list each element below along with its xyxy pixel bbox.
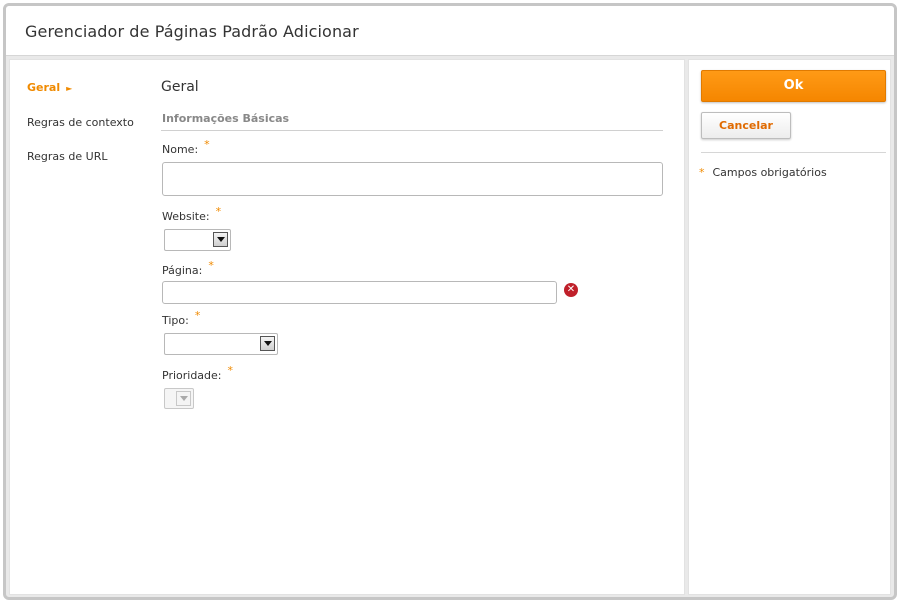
- chevron-down-icon[interactable]: [260, 336, 275, 351]
- ok-button[interactable]: Ok: [701, 70, 886, 102]
- dialog-window: Gerenciador de Páginas Padrão Adicionar …: [3, 3, 897, 600]
- website-label: Website: *: [162, 205, 222, 223]
- required-star-icon: *: [699, 166, 705, 179]
- nome-label: Nome: *: [162, 138, 210, 156]
- pagina-input[interactable]: [162, 281, 557, 304]
- prioridade-select: [164, 388, 194, 409]
- nav-item-geral[interactable]: Geral ►: [27, 81, 72, 94]
- required-star-icon: *: [204, 138, 210, 151]
- nav-item-label: Geral: [27, 81, 61, 94]
- required-star-icon: *: [194, 309, 201, 322]
- dialog-title: Gerenciador de Páginas Padrão Adicionar: [25, 22, 359, 41]
- nav-item-regras-de-contexto[interactable]: Regras de contexto: [27, 116, 134, 129]
- required-star-icon: *: [227, 364, 234, 377]
- required-fields-text: Campos obrigatórios: [712, 166, 827, 179]
- required-star-icon: *: [208, 259, 214, 272]
- dialog-titlebar: Gerenciador de Páginas Padrão Adicionar: [6, 6, 894, 56]
- group-title: Informações Básicas: [162, 112, 290, 125]
- actions-panel: Ok Cancelar * Campos obrigatórios: [688, 59, 891, 595]
- nav-item-label: Regras de contexto: [27, 116, 134, 129]
- actions-divider: [701, 152, 886, 153]
- arrow-right-icon: ►: [66, 84, 73, 93]
- pagina-label: Página: *: [162, 259, 214, 277]
- main-content: Geral ► Regras de contexto Regras de URL …: [9, 59, 685, 595]
- tipo-label: Tipo: *: [162, 309, 201, 327]
- clear-icon[interactable]: ✕: [564, 283, 578, 297]
- prioridade-label: Prioridade: *: [162, 364, 234, 382]
- nome-input[interactable]: [162, 162, 663, 196]
- nav-item-regras-de-url[interactable]: Regras de URL: [27, 150, 107, 163]
- required-star-icon: *: [215, 205, 222, 218]
- nav-item-label: Regras de URL: [27, 150, 108, 163]
- cancel-button[interactable]: Cancelar: [701, 112, 791, 139]
- chevron-down-icon[interactable]: [213, 232, 228, 247]
- required-fields-note: * Campos obrigatórios: [699, 166, 827, 179]
- group-divider: [161, 130, 663, 131]
- tipo-select[interactable]: [164, 333, 278, 355]
- chevron-down-icon: [176, 391, 191, 406]
- website-select[interactable]: [164, 229, 231, 251]
- section-title: Geral: [161, 79, 199, 95]
